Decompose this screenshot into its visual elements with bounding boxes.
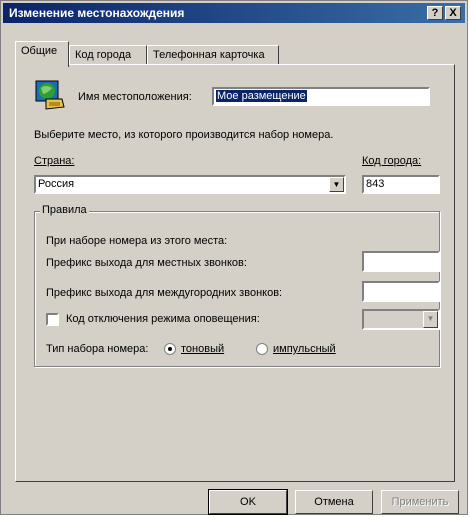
rules-group-label: Правила: [40, 204, 89, 216]
country-select[interactable]: Россия ▼: [34, 175, 346, 194]
call-waiting-checkbox[interactable]: [46, 313, 59, 326]
area-code-label: Код города:: [362, 155, 422, 167]
tab-calling-card[interactable]: Телефонная карточка: [147, 45, 279, 65]
phone-globe-icon: [34, 79, 66, 111]
title-bar[interactable]: Изменение местонахождения ? X: [3, 3, 465, 23]
cancel-button[interactable]: Отмена: [295, 490, 373, 514]
window-title: Изменение местонахождения: [9, 6, 185, 20]
long-prefix-label: Префикс выхода для междугородних звонков…: [46, 287, 283, 299]
area-code-value: 843: [366, 178, 385, 190]
ok-button[interactable]: OK: [208, 489, 288, 515]
tone-label: тоновый: [181, 343, 225, 355]
help-button[interactable]: ?: [427, 6, 443, 20]
tab-general[interactable]: Общие: [15, 41, 69, 67]
tab-panel-general: Имя местоположения: Мое размещение Выбер…: [15, 64, 455, 482]
pulse-radio[interactable]: [256, 343, 268, 355]
country-label: Страна:: [34, 155, 75, 167]
tone-radio[interactable]: [164, 343, 176, 355]
tab-area-code[interactable]: Код города: [69, 45, 147, 65]
dialog-window: Изменение местонахождения ? X Общие Код …: [0, 0, 468, 515]
pulse-label: импульсный: [273, 343, 336, 355]
close-button[interactable]: X: [445, 6, 461, 20]
call-waiting-label: Код отключения режима оповещения:: [66, 313, 260, 325]
location-name-label: Имя местоположения:: [78, 91, 192, 103]
call-waiting-select[interactable]: ▼: [362, 309, 440, 330]
area-code-input[interactable]: 843: [362, 175, 440, 194]
local-prefix-label: Префикс выхода для местных звонков:: [46, 257, 247, 269]
country-value: Россия: [38, 178, 75, 190]
apply-button[interactable]: Применить: [381, 490, 459, 514]
location-name-value: Мое размещение: [216, 90, 307, 102]
long-prefix-input[interactable]: [362, 281, 440, 302]
chevron-down-icon[interactable]: ▼: [423, 311, 438, 328]
location-name-input[interactable]: Мое размещение: [212, 87, 430, 106]
dial-type-label: Тип набора номера:: [46, 343, 149, 355]
choose-place-text: Выберите место, из которого производится…: [34, 129, 334, 141]
rules-intro: При наборе номера из этого места:: [46, 235, 228, 247]
chevron-down-icon[interactable]: ▼: [329, 177, 344, 192]
local-prefix-input[interactable]: [362, 251, 440, 272]
